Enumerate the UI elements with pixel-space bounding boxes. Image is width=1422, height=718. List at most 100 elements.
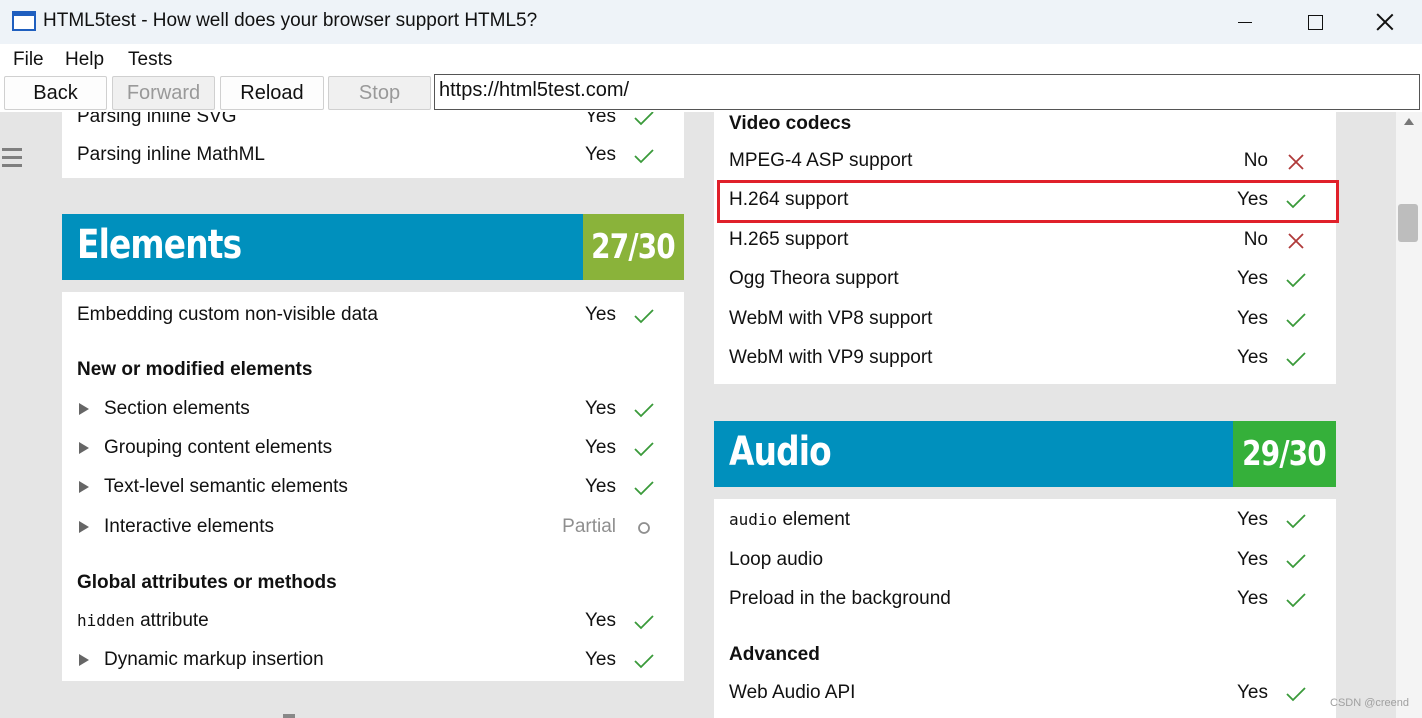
check-icon bbox=[1286, 687, 1306, 702]
check-icon bbox=[634, 481, 654, 496]
result-value: Yes bbox=[585, 476, 616, 497]
stop-button[interactable]: Stop bbox=[328, 76, 431, 110]
check-icon bbox=[634, 149, 654, 164]
parsing-card: Parsing inline SVG Yes Parsing inline Ma… bbox=[62, 112, 684, 178]
expandable-row[interactable]: Section elements Yes bbox=[77, 394, 670, 426]
close-icon bbox=[1376, 13, 1394, 31]
result-value: Partial bbox=[562, 516, 616, 537]
reload-button[interactable]: Reload bbox=[220, 76, 324, 110]
feature-label: Parsing inline SVG bbox=[77, 112, 237, 127]
check-icon bbox=[634, 112, 654, 126]
result-value: Yes bbox=[585, 304, 616, 325]
scrollbar-thumb[interactable] bbox=[1398, 204, 1418, 242]
feature-label: Interactive elements bbox=[104, 516, 275, 537]
feature-label: Grouping content elements bbox=[104, 437, 333, 458]
result-row: audio element Yes bbox=[729, 505, 1322, 537]
result-value: Yes bbox=[585, 398, 616, 419]
result-row: Ogg Theora support Yes bbox=[729, 264, 1322, 296]
cross-icon bbox=[1288, 233, 1304, 249]
result-row: Preload in the background Yes bbox=[729, 584, 1322, 616]
hamburger-menu-icon[interactable] bbox=[2, 148, 22, 172]
feature-label: Web Audio API bbox=[729, 682, 856, 703]
result-value: Yes bbox=[585, 144, 616, 165]
elements-banner: Elements 27/30 bbox=[62, 214, 684, 280]
feature-label: H.265 support bbox=[729, 229, 849, 250]
check-icon bbox=[1286, 514, 1306, 529]
result-row: Loop audio Yes bbox=[729, 545, 1322, 577]
vertical-scrollbar[interactable] bbox=[1396, 112, 1422, 718]
result-value: Yes bbox=[585, 649, 616, 670]
result-row: hidden attribute Yes bbox=[77, 606, 670, 638]
check-icon bbox=[1286, 593, 1306, 608]
result-row: Web Audio API Yes bbox=[729, 678, 1322, 710]
check-icon bbox=[634, 615, 654, 630]
menu-tests[interactable]: Tests bbox=[128, 49, 172, 71]
result-value: Yes bbox=[1237, 509, 1268, 530]
maximize-icon bbox=[1307, 14, 1323, 30]
scroll-up-icon[interactable] bbox=[1404, 118, 1414, 125]
check-icon bbox=[634, 654, 654, 669]
menu-file[interactable]: File bbox=[13, 49, 44, 71]
expandable-row[interactable]: Dynamic markup insertion Yes bbox=[77, 645, 670, 677]
check-icon bbox=[1286, 273, 1306, 288]
feature-label: WebM with VP8 support bbox=[729, 308, 933, 329]
video-codecs-card: Video codecs MPEG-4 ASP support No H.264… bbox=[714, 112, 1336, 384]
check-icon bbox=[634, 309, 654, 324]
result-row: WebM with VP8 support Yes bbox=[729, 304, 1322, 336]
check-icon bbox=[634, 442, 654, 457]
code-snippet: hidden bbox=[77, 611, 135, 630]
section-title: Elements bbox=[62, 214, 583, 280]
subsection-heading: Video codecs bbox=[729, 113, 852, 134]
result-row: MPEG-4 ASP support No bbox=[729, 146, 1322, 178]
app-window-icon bbox=[12, 11, 36, 31]
expand-arrow-icon[interactable] bbox=[79, 403, 89, 415]
result-value: Yes bbox=[1237, 682, 1268, 703]
highlight-annotation-box bbox=[717, 180, 1339, 223]
result-value: Yes bbox=[585, 610, 616, 631]
expand-arrow-icon[interactable] bbox=[79, 442, 89, 454]
result-value: Yes bbox=[1237, 549, 1268, 570]
expand-arrow-icon[interactable] bbox=[79, 654, 89, 666]
feature-label: Text-level semantic elements bbox=[104, 476, 348, 497]
back-button[interactable]: Back bbox=[4, 76, 107, 110]
navigation-toolbar: Back Forward Reload Stop https://html5te… bbox=[0, 74, 1422, 112]
feature-label: audio element bbox=[729, 509, 851, 530]
expandable-row[interactable]: Text-level semantic elements Yes bbox=[77, 472, 670, 504]
result-row: Parsing inline MathML Yes bbox=[77, 140, 670, 172]
feature-label: Parsing inline MathML bbox=[77, 144, 265, 165]
result-value: No bbox=[1243, 229, 1268, 250]
window-title: HTML5test - How well does your browser s… bbox=[43, 10, 538, 31]
subsection-heading: Advanced bbox=[729, 644, 820, 665]
expandable-row[interactable]: Grouping content elements Yes bbox=[77, 433, 670, 465]
url-input[interactable]: https://html5test.com/ bbox=[434, 74, 1420, 110]
feature-label: Preload in the background bbox=[729, 588, 951, 609]
result-row: H.265 support No bbox=[729, 225, 1322, 257]
feature-label: hidden attribute bbox=[77, 610, 209, 631]
audio-banner: Audio 29/30 bbox=[714, 421, 1336, 487]
check-icon bbox=[1286, 313, 1306, 328]
subsection-heading: New or modified elements bbox=[77, 359, 313, 380]
minimize-icon bbox=[1238, 21, 1252, 23]
result-row: WebM with VP9 support Yes bbox=[729, 343, 1322, 375]
cross-icon bbox=[1288, 154, 1304, 170]
subsection-heading: Global attributes or methods bbox=[77, 572, 337, 593]
check-icon bbox=[1286, 554, 1306, 569]
feature-label: Section elements bbox=[104, 398, 250, 419]
menu-help[interactable]: Help bbox=[65, 49, 104, 71]
code-snippet: audio bbox=[729, 510, 778, 529]
close-button[interactable] bbox=[1355, 4, 1415, 40]
expand-arrow-icon[interactable] bbox=[79, 521, 89, 533]
expand-arrow-icon[interactable] bbox=[79, 481, 89, 493]
expandable-row[interactable]: Interactive elements Partial bbox=[77, 512, 670, 544]
feature-label: Loop audio bbox=[729, 549, 824, 570]
result-value: Yes bbox=[585, 437, 616, 458]
section-score: 29/30 bbox=[1233, 421, 1336, 487]
check-icon bbox=[1286, 352, 1306, 367]
partial-circle-icon bbox=[638, 522, 650, 534]
maximize-button[interactable] bbox=[1285, 4, 1345, 40]
section-title: Audio bbox=[714, 421, 1233, 487]
menu-bar: File Help Tests bbox=[0, 44, 1422, 74]
forward-button[interactable]: Forward bbox=[112, 76, 215, 110]
feature-label: Embedding custom non-visible data bbox=[77, 304, 379, 325]
minimize-button[interactable] bbox=[1215, 4, 1275, 40]
